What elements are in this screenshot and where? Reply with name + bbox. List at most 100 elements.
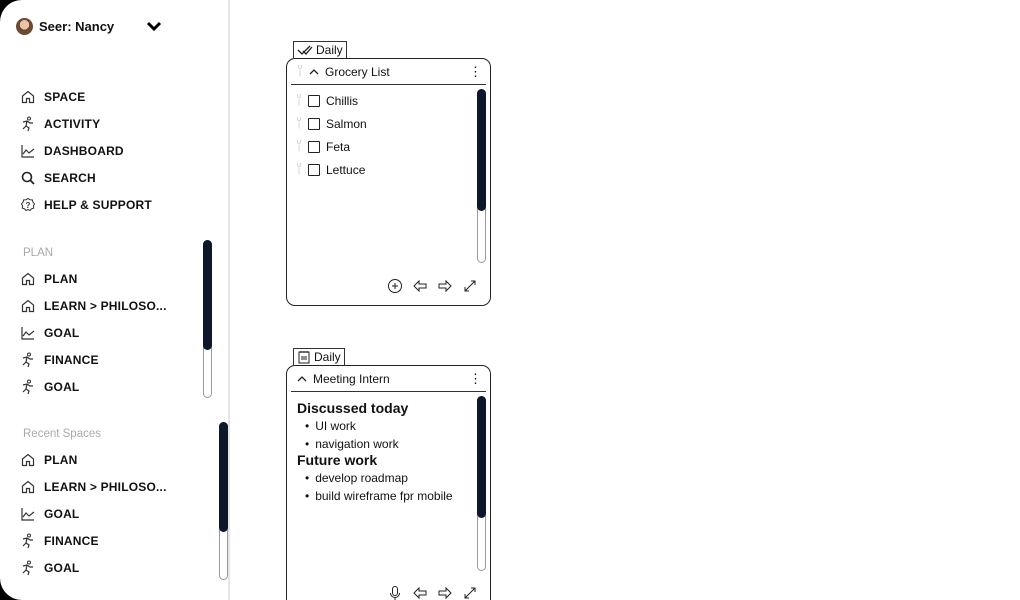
expand-icon[interactable] bbox=[462, 585, 478, 600]
plan-item-learn-philoso[interactable]: LEARN > PHILOSO... bbox=[20, 298, 167, 314]
checkbox[interactable] bbox=[308, 118, 320, 130]
checkbox[interactable] bbox=[308, 164, 320, 176]
nav-label: GOAL bbox=[44, 326, 80, 340]
app-screen: Seer: Nancy SPACE ACTIVITY DASHBOARD SEARCH… bbox=[0, 0, 1020, 600]
home-icon bbox=[21, 90, 35, 104]
tab-label: Daily bbox=[316, 43, 343, 57]
drag-handle-icon[interactable]: ∪ | bbox=[296, 139, 302, 154]
drag-handle-icon[interactable]: ∪ | bbox=[297, 64, 303, 79]
card-title: Meeting Intern bbox=[313, 371, 390, 386]
arrow-right-icon[interactable] bbox=[437, 585, 453, 600]
chart-icon bbox=[21, 145, 35, 158]
drag-handle-icon[interactable]: ∪ | bbox=[296, 116, 302, 131]
home-icon bbox=[21, 453, 35, 467]
chevron-down-icon[interactable] bbox=[146, 20, 162, 32]
nav-label: LEARN > PHILOSO... bbox=[44, 480, 167, 494]
sidebar-item-activity[interactable]: ACTIVITY bbox=[20, 116, 100, 132]
notes-heading: Discussed today bbox=[297, 400, 409, 416]
plan-scrollbar[interactable] bbox=[203, 240, 212, 398]
card-title: Grocery List bbox=[325, 64, 390, 79]
nav-label: PLAN bbox=[44, 272, 78, 286]
plan-item-goal[interactable]: GOAL bbox=[20, 325, 79, 341]
plan-section-title: PLAN bbox=[23, 247, 54, 259]
collapse-chevron-icon[interactable] bbox=[297, 375, 307, 383]
nav-label: ACTIVITY bbox=[44, 117, 101, 131]
arrow-right-icon[interactable] bbox=[437, 278, 453, 294]
tab-label: Daily bbox=[314, 350, 341, 364]
run-icon bbox=[22, 533, 33, 549]
recent-item-learn-philoso[interactable]: LEARN > PHILOSO... bbox=[20, 479, 167, 495]
grocery-item: ∪ | Salmon bbox=[296, 116, 367, 132]
expand-icon[interactable] bbox=[462, 278, 478, 294]
sidebar-item-dashboard[interactable]: DASHBOARD bbox=[20, 143, 124, 159]
item-label: Salmon bbox=[326, 117, 367, 131]
user-name: Seer: Nancy bbox=[39, 19, 115, 34]
svg-text:?: ? bbox=[25, 201, 30, 210]
item-label: Chillis bbox=[326, 94, 359, 108]
notes-bullet: UI work bbox=[305, 419, 356, 433]
drag-handle-icon[interactable]: ∪ | bbox=[296, 93, 302, 108]
nav-label: SPACE bbox=[44, 90, 86, 104]
recent-item-plan[interactable]: PLAN bbox=[20, 452, 77, 468]
item-label: Feta bbox=[326, 140, 351, 154]
more-menu-icon[interactable]: ⋮ bbox=[469, 65, 482, 78]
nav-label: SEARCH bbox=[44, 171, 96, 185]
grocery-item: ∪ | Chillis bbox=[296, 93, 358, 109]
grocery-scrollbar[interactable] bbox=[477, 89, 486, 263]
home-icon bbox=[21, 272, 35, 286]
notepad-icon bbox=[298, 351, 310, 364]
recent-item-finance[interactable]: FINANCE bbox=[20, 533, 99, 549]
grocery-item: ∪ | Feta bbox=[296, 139, 350, 155]
nav-label: LEARN > PHILOSO... bbox=[44, 299, 167, 313]
run-icon bbox=[22, 352, 33, 368]
drag-handle-icon[interactable]: ∪ | bbox=[296, 162, 302, 177]
nav-label: GOAL bbox=[44, 561, 80, 575]
help-icon: ? bbox=[20, 197, 36, 212]
nav-label: GOAL bbox=[44, 507, 80, 521]
collapse-chevron-icon[interactable] bbox=[309, 68, 319, 76]
run-icon bbox=[22, 560, 33, 576]
checkbox[interactable] bbox=[308, 141, 320, 153]
arrow-left-icon[interactable] bbox=[412, 278, 428, 294]
meeting-daily-tab[interactable]: Daily bbox=[293, 348, 345, 365]
sidebar: Seer: Nancy SPACE ACTIVITY DASHBOARD SEARCH… bbox=[0, 0, 230, 600]
run-icon bbox=[22, 379, 33, 395]
arrow-left-icon[interactable] bbox=[412, 585, 428, 600]
nav-label: HELP & SUPPORT bbox=[44, 198, 152, 212]
meeting-scrollbar[interactable] bbox=[477, 396, 486, 571]
microphone-icon[interactable] bbox=[387, 585, 403, 600]
meeting-notes-card: Meeting Intern ⋮ Discussed today UI work… bbox=[286, 365, 491, 600]
plan-item-finance[interactable]: FINANCE bbox=[20, 352, 99, 368]
checkbox[interactable] bbox=[308, 95, 320, 107]
grocery-item: ∪ | Lettuce bbox=[296, 162, 365, 178]
recent-scrollbar[interactable] bbox=[219, 422, 228, 580]
nav-label: PLAN bbox=[44, 453, 78, 467]
home-icon bbox=[21, 299, 35, 313]
recent-item-goal[interactable]: GOAL bbox=[20, 560, 79, 576]
search-icon bbox=[21, 171, 35, 185]
plan-item-goal[interactable]: GOAL bbox=[20, 379, 79, 395]
grocery-list-card: ∪ | Grocery List ⋮ ∪ | Chillis ∪ | Salmon ∪ | Fet… bbox=[286, 58, 491, 306]
chart-icon bbox=[21, 327, 35, 340]
chart-icon bbox=[21, 508, 35, 521]
plan-item-plan[interactable]: PLAN bbox=[20, 271, 77, 287]
sidebar-item-help-support[interactable]: ? HELP & SUPPORT bbox=[20, 197, 152, 213]
add-circle-icon[interactable] bbox=[387, 278, 403, 294]
nav-label: DASHBOARD bbox=[44, 144, 124, 158]
grocery-daily-tab[interactable]: Daily bbox=[293, 41, 347, 58]
notes-bullet: develop roadmap bbox=[305, 471, 408, 485]
more-menu-icon[interactable]: ⋮ bbox=[469, 372, 482, 385]
run-icon bbox=[22, 116, 33, 132]
notes-bullet: navigation work bbox=[305, 437, 398, 451]
sidebar-item-space[interactable]: SPACE bbox=[20, 89, 85, 105]
avatar bbox=[16, 18, 33, 35]
nav-label: FINANCE bbox=[44, 353, 99, 367]
recent-section-title: Recent Spaces bbox=[23, 428, 101, 440]
notes-heading: Future work bbox=[297, 452, 378, 468]
user-switcher[interactable]: Seer: Nancy bbox=[16, 18, 114, 35]
nav-label: GOAL bbox=[44, 380, 80, 394]
recent-item-goal[interactable]: GOAL bbox=[20, 506, 79, 522]
nav-label: FINANCE bbox=[44, 534, 99, 548]
sidebar-item-search[interactable]: SEARCH bbox=[20, 170, 96, 186]
double-check-icon bbox=[297, 45, 313, 55]
